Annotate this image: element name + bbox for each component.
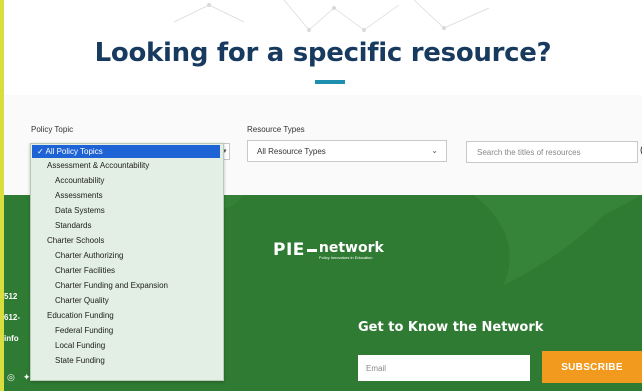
search-placeholder: Search the titles of resources bbox=[477, 147, 581, 157]
dropdown-option[interactable]: Federal Funding bbox=[31, 323, 223, 337]
dropdown-option[interactable]: Data Systems bbox=[31, 203, 223, 217]
dropdown-option[interactable]: Assessment & Accountability bbox=[31, 158, 223, 172]
policy-topic-select[interactable]: ▾ bbox=[223, 143, 230, 160]
dropdown-option[interactable]: Charter Schools bbox=[31, 233, 223, 247]
instagram-icon[interactable]: ◎ bbox=[7, 372, 15, 383]
dropdown-option[interactable]: Standards bbox=[31, 218, 223, 232]
pie-network-logo[interactable]: PIE network Policy Innovators in Educati… bbox=[273, 240, 384, 260]
logo-network-text: network bbox=[318, 239, 384, 256]
policy-topic-label: Policy Topic bbox=[31, 125, 74, 134]
resource-types-label: Resource Types bbox=[247, 125, 305, 134]
dropdown-option[interactable]: Local Funding bbox=[31, 338, 223, 352]
resource-types-value: All Resource Types bbox=[257, 146, 326, 156]
subscribe-button[interactable]: SUBSCRIBE bbox=[542, 351, 642, 383]
network-decoration bbox=[173, 0, 490, 32]
page: Looking for a specific resource? Policy … bbox=[4, 0, 642, 391]
dropdown-option[interactable]: State Funding bbox=[31, 353, 223, 367]
resource-search-input[interactable]: Search the titles of resources bbox=[466, 141, 638, 163]
signup-heading: Get to Know the Network bbox=[358, 320, 544, 335]
email-placeholder: Email bbox=[366, 363, 387, 373]
chevron-down-icon: ⌄ bbox=[431, 146, 438, 155]
dropdown-option[interactable]: Education Funding bbox=[31, 308, 223, 322]
resource-types-select[interactable]: All Resource Types ⌄ bbox=[247, 140, 447, 162]
dropdown-option[interactable]: Charter Facilities bbox=[31, 263, 223, 277]
dropdown-option[interactable]: Charter Authorizing bbox=[31, 248, 223, 262]
dropdown-option[interactable]: ✓ All Policy Topics bbox=[32, 145, 220, 158]
dropdown-option[interactable]: Assessments bbox=[31, 188, 223, 202]
logo-dash bbox=[306, 248, 317, 252]
contact-line[interactable]: 612- bbox=[4, 313, 20, 322]
hero-section: Looking for a specific resource? bbox=[4, 0, 642, 95]
logo-tagline: Policy Innovators in Education bbox=[318, 254, 373, 260]
title-underline bbox=[315, 80, 345, 84]
logo-pie-text: PIE bbox=[273, 240, 305, 260]
dropdown-option[interactable]: Accountability bbox=[31, 173, 223, 187]
email-field[interactable]: Email bbox=[358, 355, 530, 381]
page-title: Looking for a specific resource? bbox=[94, 38, 552, 68]
contact-line[interactable]: info bbox=[4, 334, 19, 343]
dropdown-option[interactable]: Charter Quality bbox=[31, 293, 223, 307]
policy-topic-dropdown: ✓ All Policy Topics Assessment & Account… bbox=[30, 143, 224, 381]
dropdown-option[interactable]: Charter Funding and Expansion bbox=[31, 278, 223, 292]
contact-line[interactable]: 512 bbox=[4, 292, 17, 301]
